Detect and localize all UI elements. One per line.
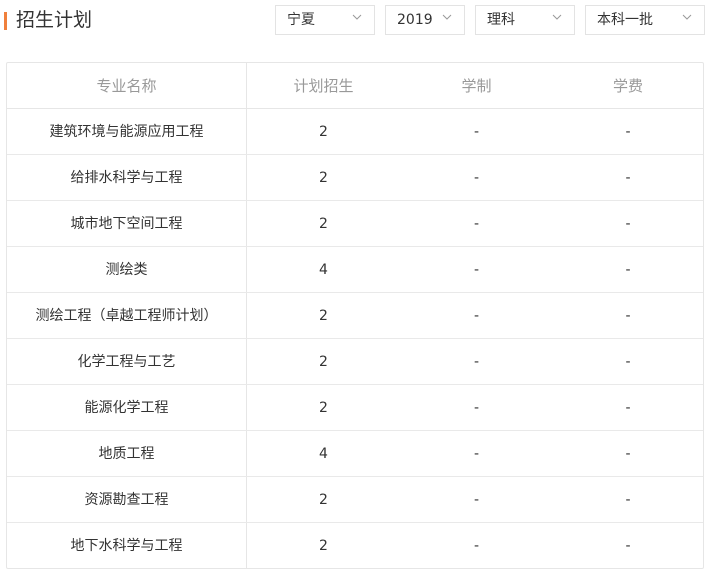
plan-cell: 4 [319, 262, 328, 278]
major-cell: 化学工程与工艺 [77, 354, 176, 370]
plan-cell: 2 [319, 492, 328, 508]
major-cell: 建筑环境与能源应用工程 [49, 124, 204, 140]
major-cell: 给排水科学与工程 [70, 170, 183, 186]
table-row: 建筑环境与能源应用工程 2 - - [7, 109, 703, 155]
fee-cell: - [625, 354, 631, 370]
table-row: 化学工程与工艺 2 - - [7, 339, 703, 385]
table-row: 地质工程 4 - - [7, 431, 703, 477]
category-select-value: 理科 [487, 12, 515, 28]
plan-cell: 4 [319, 446, 328, 462]
batch-select[interactable]: 本科一批 [585, 5, 705, 35]
duration-cell: - [473, 308, 480, 324]
fee-cell: - [625, 124, 631, 140]
table-row: 资源勘查工程 2 - - [7, 477, 703, 523]
duration-cell: - [473, 538, 480, 554]
plan-cell: 2 [319, 308, 328, 324]
plan-cell: 2 [319, 170, 328, 186]
major-cell: 地质工程 [98, 446, 155, 462]
plan-cell: 2 [319, 354, 328, 370]
major-cell: 资源勘查工程 [84, 492, 169, 508]
province-select-value: 宁夏 [287, 12, 315, 28]
major-cell: 测绘类 [105, 262, 148, 278]
fee-cell: - [625, 446, 631, 462]
table-header: 专业名称 计划招生 学制 学费 [7, 63, 703, 109]
table-row: 测绘类 4 - - [7, 247, 703, 293]
batch-select-value: 本科一批 [597, 12, 653, 28]
year-select-value: 2019 [397, 12, 433, 28]
fee-cell: - [625, 216, 631, 232]
header-fee: 学费 [612, 77, 643, 95]
plan-cell: 2 [319, 538, 328, 554]
enrollment-plan-table: 专业名称 计划招生 学制 学费 建筑环境与能源应用工程 2 - - 给排水科学与工程 2 -… [6, 62, 704, 569]
table-row: 城市地下空间工程 2 - - [7, 201, 703, 247]
province-select[interactable]: 宁夏 [275, 5, 375, 35]
chevron-down-icon [682, 14, 692, 20]
fee-cell: - [625, 170, 631, 186]
plan-cell: 2 [319, 124, 328, 140]
major-cell: 地下水科学与工程 [70, 538, 183, 554]
fee-cell: - [625, 538, 631, 554]
plan-cell: 2 [319, 400, 328, 416]
duration-cell: - [473, 262, 480, 278]
duration-cell: - [473, 354, 480, 370]
duration-cell: - [473, 216, 480, 232]
duration-cell: - [473, 492, 480, 508]
major-cell: 城市地下空间工程 [70, 216, 183, 232]
title-accent-bar [4, 12, 7, 30]
chevron-down-icon [352, 14, 362, 20]
fee-cell: - [625, 492, 631, 508]
table-row: 地下水科学与工程 2 - - [7, 523, 703, 569]
duration-cell: - [473, 400, 480, 416]
fee-cell: - [625, 400, 631, 416]
header-duration: 学制 [461, 77, 492, 95]
year-select[interactable]: 2019 [385, 5, 465, 35]
chevron-down-icon [442, 14, 452, 20]
page-title: 招生计划 [16, 9, 93, 31]
category-select[interactable]: 理科 [475, 5, 575, 35]
chevron-down-icon [552, 14, 562, 20]
table-row: 能源化学工程 2 - - [7, 385, 703, 431]
fee-cell: - [625, 262, 631, 278]
major-cell: 测绘工程（卓越工程师计划） [35, 308, 218, 324]
major-cell: 能源化学工程 [84, 400, 169, 416]
header-major: 专业名称 [96, 77, 157, 95]
duration-cell: - [473, 124, 480, 140]
header-plan: 计划招生 [293, 77, 354, 95]
table-row: 给排水科学与工程 2 - - [7, 155, 703, 201]
plan-cell: 2 [319, 216, 328, 232]
table-row: 测绘工程（卓越工程师计划） 2 - - [7, 293, 703, 339]
duration-cell: - [473, 170, 480, 186]
fee-cell: - [625, 308, 631, 324]
duration-cell: - [473, 446, 480, 462]
